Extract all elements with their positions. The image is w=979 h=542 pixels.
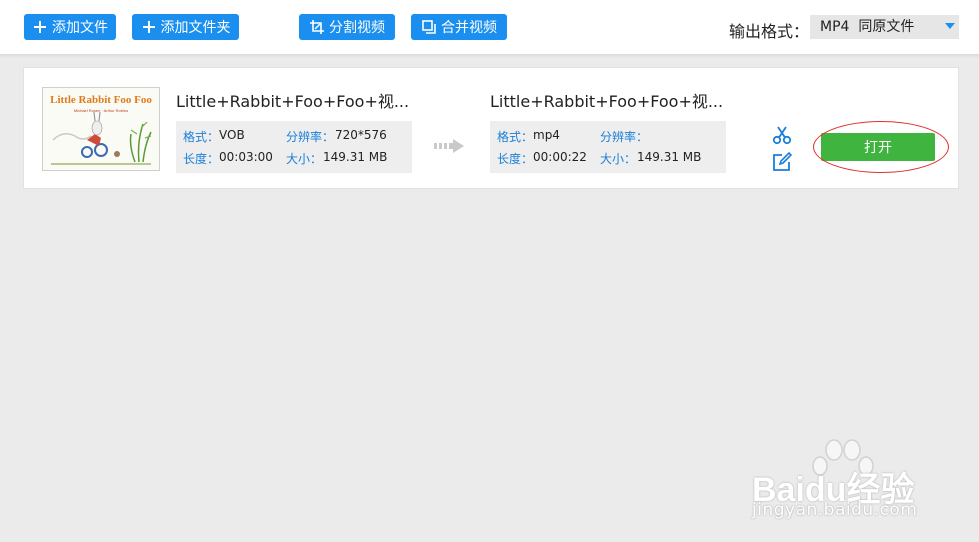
source-duration-label: 长度： <box>183 152 220 166</box>
split-video-label: 分割视频 <box>329 20 385 36</box>
source-duration-value: 00:03:00 <box>219 150 273 164</box>
arrow-right-icon <box>434 139 464 153</box>
target-info-box: 格式： mp4 分辨率： 长度： 00:00:22 大小： 149.31 MB <box>490 121 726 173</box>
source-size-value: 149.31 MB <box>323 150 388 164</box>
video-thumbnail: Little Rabbit Foo Foo Michael Rosen · Ar… <box>42 87 160 171</box>
toolbar: 添加文件 添加文件夹 分割视频 合并视频 输出格式： MP4 同原文件 <box>0 0 979 55</box>
thumbnail-title: Little Rabbit Foo Foo <box>50 94 152 106</box>
source-size-label: 大小： <box>286 152 323 166</box>
plus-icon <box>141 19 157 35</box>
merge-video-label: 合并视频 <box>441 20 497 36</box>
target-resolution-label: 分辨率： <box>600 130 649 144</box>
add-file-label: 添加文件 <box>52 20 108 36</box>
file-item-card: Little Rabbit Foo Foo Michael Rosen · Ar… <box>23 67 959 189</box>
merge-video-button[interactable]: 合并视频 <box>411 14 507 40</box>
source-resolution-label: 分辨率： <box>286 130 335 144</box>
target-format-label: 格式： <box>497 130 534 144</box>
target-duration-label: 长度： <box>497 152 534 166</box>
watermark-url: jingyan.baidu.com <box>752 500 918 520</box>
output-format-value: MP4 同原文件 <box>820 19 915 35</box>
dropdown-caret-icon <box>945 23 955 29</box>
add-folder-button[interactable]: 添加文件夹 <box>132 14 239 40</box>
crop-icon <box>309 19 325 35</box>
add-file-button[interactable]: 添加文件 <box>24 14 116 40</box>
source-info-box: 格式： VOB 分辨率： 720*576 长度： 00:03:00 大小： 14… <box>176 121 412 173</box>
edit-icon[interactable] <box>772 152 792 172</box>
source-format-value: VOB <box>219 128 245 142</box>
target-filename: Little+Rabbit+Foo+Foo+视... <box>490 92 724 111</box>
source-format-label: 格式： <box>183 130 220 144</box>
scissors-icon[interactable] <box>772 125 792 145</box>
open-button[interactable]: 打开 <box>821 133 935 161</box>
thumbnail-authors: Michael Rosen · Arthur Robins <box>74 108 128 113</box>
source-filename: Little+Rabbit+Foo+Foo+视... <box>176 92 410 111</box>
plus-icon <box>32 19 48 35</box>
source-resolution-value: 720*576 <box>335 128 387 142</box>
target-size-label: 大小： <box>600 152 637 166</box>
merge-icon <box>421 19 437 35</box>
target-size-value: 149.31 MB <box>637 150 702 164</box>
target-format-value: mp4 <box>533 128 560 142</box>
target-duration-value: 00:00:22 <box>533 150 587 164</box>
output-format-label: 输出格式： <box>729 22 810 41</box>
output-format-select[interactable]: MP4 同原文件 <box>810 15 959 39</box>
add-folder-label: 添加文件夹 <box>160 20 231 36</box>
split-video-button[interactable]: 分割视频 <box>299 14 395 40</box>
